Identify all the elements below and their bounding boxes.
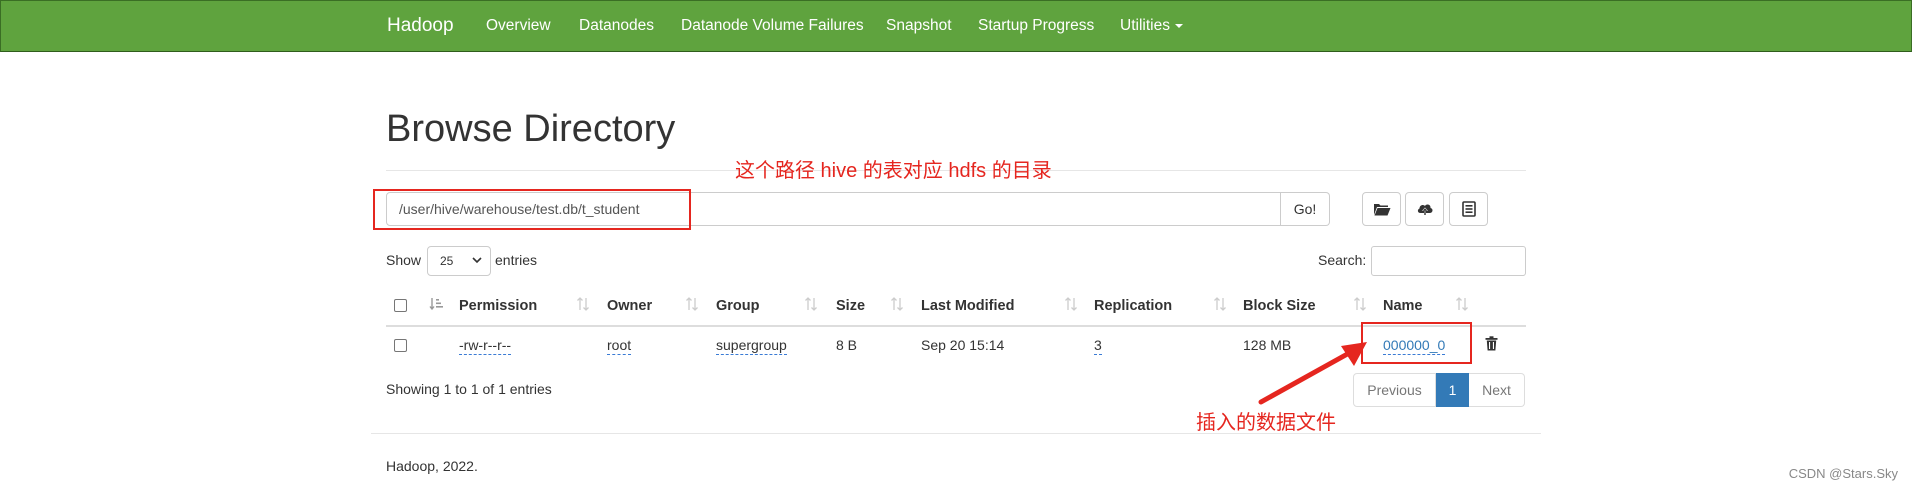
search-label: Search: [1318, 252, 1367, 268]
list-icon [1461, 201, 1476, 217]
col-group[interactable]: Group [716, 298, 760, 314]
pagination-next[interactable]: Next [1469, 373, 1525, 407]
page-title: Browse Directory [386, 108, 676, 150]
sort-icon[interactable] [890, 296, 904, 312]
col-permission[interactable]: Permission [459, 298, 537, 314]
select-all-checkbox[interactable] [394, 299, 407, 312]
sort-icon[interactable] [804, 296, 818, 312]
cut-paste-button[interactable] [1449, 192, 1488, 226]
nav-datanode-volume-failures[interactable]: Datanode Volume Failures [681, 17, 864, 35]
page-length-value: 25 [440, 254, 454, 268]
sort-ascending-icon[interactable] [429, 296, 445, 312]
file-annotation: 插入的数据文件 [1196, 412, 1336, 434]
footer-divider [371, 433, 1541, 434]
cell-last-modified: Sep 20 15:14 [921, 337, 1005, 353]
folder-open-icon [1373, 204, 1390, 216]
col-owner[interactable]: Owner [607, 298, 652, 314]
cloud-upload-icon [1417, 204, 1433, 216]
table-search-input[interactable] [1371, 246, 1526, 276]
path-annotation: 这个路径 hive 的表对应 hdfs 的目录 [735, 160, 1052, 182]
pagination-page-1[interactable]: 1 [1436, 373, 1469, 407]
cell-group[interactable]: supergroup [716, 337, 787, 355]
show-label: Show [386, 252, 422, 268]
sort-icon[interactable] [1064, 296, 1078, 312]
cell-replication[interactable]: 3 [1094, 337, 1102, 355]
sort-icon[interactable] [1353, 296, 1367, 312]
brand-logo[interactable]: Hadoop [387, 15, 454, 37]
upload-files-button[interactable] [1405, 192, 1444, 226]
cell-size: 8 B [836, 337, 858, 353]
sort-icon[interactable] [1213, 296, 1227, 312]
nav-snapshot[interactable]: Snapshot [886, 17, 952, 35]
file-highlight-box [1361, 322, 1472, 364]
sort-icon[interactable] [685, 296, 699, 312]
nav-datanodes[interactable]: Datanodes [579, 17, 654, 35]
table-header-divider [386, 325, 1526, 327]
go-button[interactable]: Go! [1281, 192, 1330, 226]
trash-icon[interactable] [1485, 336, 1498, 351]
path-highlight-box [373, 189, 691, 230]
col-size[interactable]: Size [836, 298, 865, 314]
page-length-select[interactable]: 25 [427, 246, 491, 276]
top-navbar: Hadoop Overview Datanodes Datanode Volum… [0, 0, 1912, 52]
col-block-size[interactable]: Block Size [1243, 298, 1316, 314]
nav-utilities-label: Utilities [1120, 17, 1170, 34]
sort-icon[interactable] [576, 296, 590, 312]
col-name[interactable]: Name [1383, 298, 1423, 314]
col-last-modified[interactable]: Last Modified [921, 298, 1014, 314]
page-footer: Hadoop, 2022. [386, 458, 478, 474]
sort-icon[interactable] [1455, 296, 1469, 312]
nav-startup-progress[interactable]: Startup Progress [978, 17, 1094, 35]
nav-overview[interactable]: Overview [486, 17, 551, 35]
col-replication[interactable]: Replication [1094, 298, 1172, 314]
chevron-down-icon [472, 257, 482, 264]
nav-utilities-dropdown[interactable]: Utilities [1120, 17, 1183, 35]
pagination-previous[interactable]: Previous [1353, 373, 1436, 407]
caret-down-icon [1174, 23, 1183, 28]
create-directory-button[interactable] [1362, 192, 1401, 226]
cell-owner[interactable]: root [607, 337, 632, 355]
table-info: Showing 1 to 1 of 1 entries [386, 381, 552, 397]
entries-label: entries [495, 252, 538, 268]
cell-permission[interactable]: -rw-r--r-- [459, 337, 512, 355]
row-select-checkbox[interactable] [394, 339, 407, 352]
watermark: CSDN @Stars.Sky [1788, 466, 1898, 481]
